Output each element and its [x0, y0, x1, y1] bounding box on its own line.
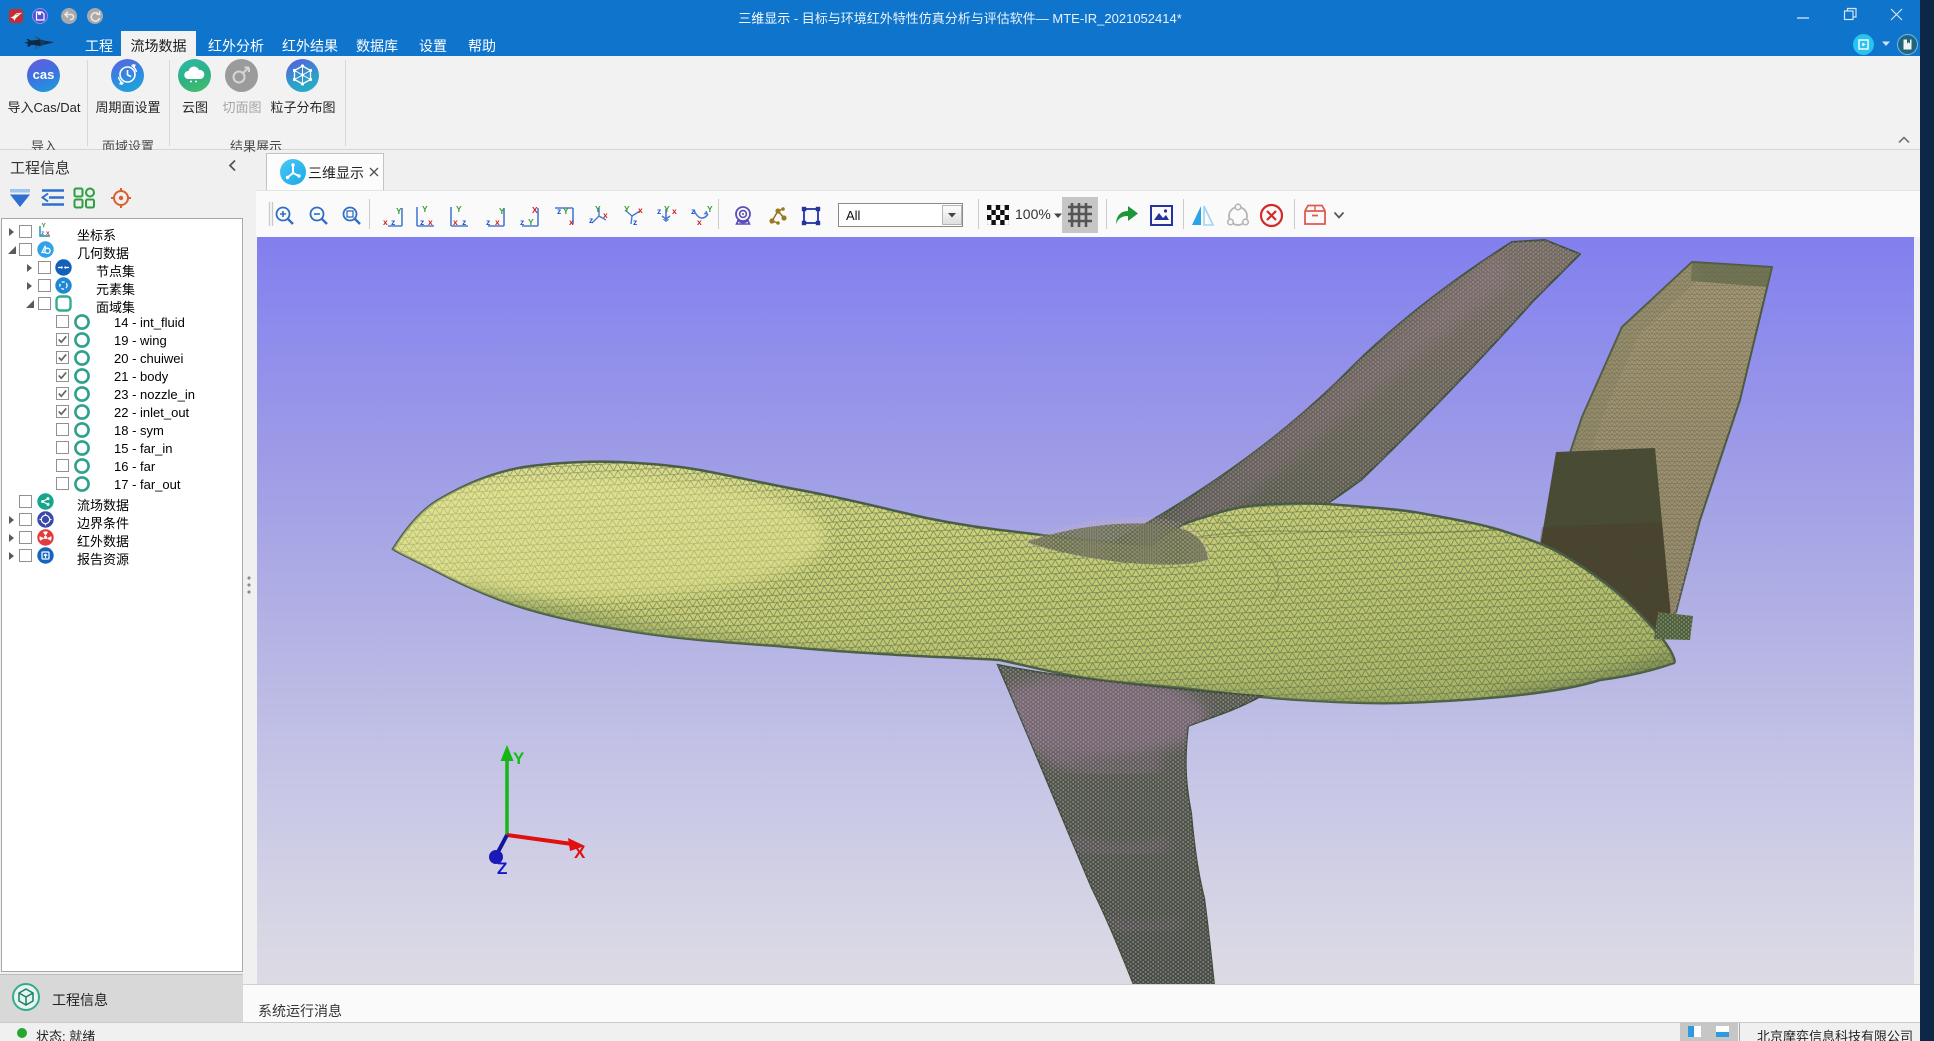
svg-text:Y: Y [456, 204, 462, 214]
svg-text:Y: Y [595, 204, 601, 214]
svg-text:x: x [46, 230, 50, 237]
svg-text:x: x [453, 217, 458, 227]
svg-text:z: z [420, 217, 424, 227]
svg-text:z: z [391, 217, 395, 227]
svg-text:Y: Y [396, 206, 402, 216]
svg-text:z: z [462, 217, 466, 227]
svg-text:x: x [672, 206, 677, 216]
svg-text:x: x [603, 210, 608, 220]
svg-text:x: x [383, 217, 388, 227]
svg-text:z: z [486, 217, 490, 227]
svg-text:x: x [697, 217, 702, 227]
svg-text:Y: Y [563, 206, 569, 216]
svg-text:z: z [557, 206, 561, 216]
svg-text:Y: Y [664, 204, 670, 214]
svg-text:Y: Y [513, 749, 525, 768]
svg-text:x: x [495, 217, 500, 227]
svg-text:Y: Y [528, 217, 534, 227]
svg-text:Y: Y [499, 206, 505, 216]
svg-text:z: z [657, 206, 661, 216]
svg-text:Z: Z [497, 859, 507, 878]
svg-text:x: x [428, 217, 433, 227]
svg-text:X: X [532, 205, 538, 215]
svg-text:Y: Y [624, 204, 630, 214]
svg-text:z: z [589, 215, 593, 225]
svg-text:Y: Y [422, 204, 428, 214]
svg-text:Y: Y [42, 223, 47, 230]
svg-text:Y: Y [707, 204, 713, 214]
svg-text:z: z [633, 217, 637, 227]
svg-text:X: X [574, 843, 586, 862]
svg-text:x: x [569, 217, 574, 227]
svg-text:z: z [691, 206, 695, 216]
svg-text:x: x [638, 205, 643, 215]
svg-text:z: z [520, 217, 524, 227]
